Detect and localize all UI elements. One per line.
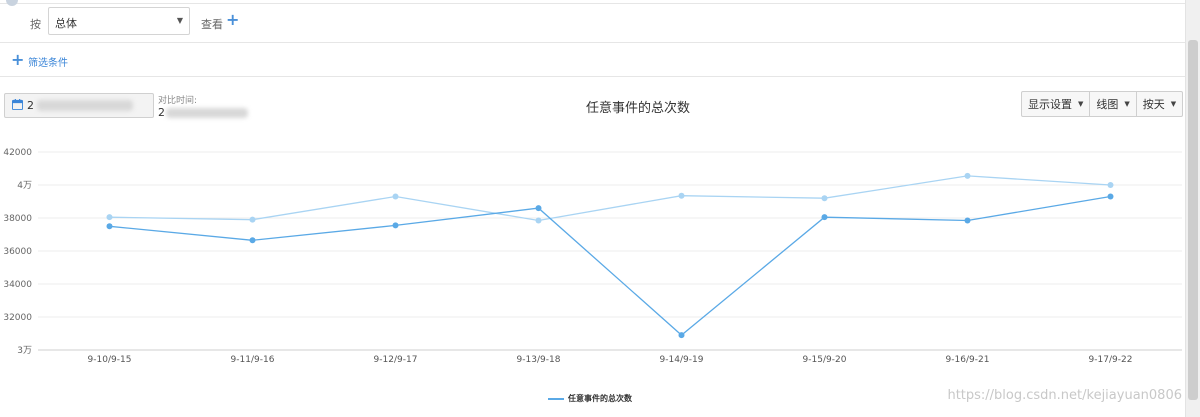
data-point-primary — [821, 214, 828, 221]
data-point-compare — [392, 193, 399, 200]
data-point-primary — [106, 223, 113, 230]
x-tick-label: 9-11/9-16 — [231, 355, 275, 365]
y-tick-label: 3万 — [17, 346, 32, 356]
watermark-text: https://blog.csdn.net/kejiayuan0806 — [947, 388, 1182, 403]
y-tick-label: 38000 — [3, 214, 32, 224]
chart-legend[interactable]: 任意事件的总次数 — [548, 393, 632, 404]
data-point-compare — [678, 192, 685, 199]
data-point-primary — [249, 237, 256, 244]
y-tick-label: 32000 — [3, 313, 32, 323]
line-chart: 3万 32000 34000 36000 38000 4万 42000 9-10/9-15 9-… — [3, 148, 1182, 365]
x-tick-label: 9-13/9-18 — [517, 355, 561, 365]
scrollbar-thumb[interactable] — [1188, 40, 1198, 400]
legend-label: 任意事件的总次数 — [568, 394, 632, 403]
x-tick-label: 9-17/9-22 — [1089, 355, 1133, 365]
series-line-compare — [109, 175, 1111, 222]
data-point-compare — [249, 216, 256, 223]
vertical-scrollbar[interactable] — [1185, 0, 1200, 417]
series-line-primary — [109, 195, 1111, 336]
y-tick-label: 4万 — [17, 181, 32, 191]
data-point-compare — [1107, 182, 1114, 188]
x-tick-label: 9-15/9-20 — [803, 355, 847, 365]
data-point-compare — [535, 217, 542, 224]
x-tick-label: 9-10/9-15 — [88, 355, 132, 365]
x-tick-label: 9-16/9-21 — [946, 355, 990, 365]
x-tick-label: 9-12/9-17 — [374, 355, 418, 365]
x-tick-label: 9-14/9-19 — [660, 355, 704, 365]
data-point-primary — [392, 222, 399, 229]
data-point-primary — [678, 332, 685, 339]
data-point-primary — [1107, 193, 1114, 200]
data-point-primary — [535, 205, 542, 212]
data-point-compare — [106, 214, 113, 221]
y-tick-label: 42000 — [3, 148, 32, 158]
data-point-compare — [821, 195, 828, 202]
y-tick-label: 34000 — [3, 280, 32, 290]
data-point-primary — [964, 217, 971, 224]
legend-swatch — [548, 397, 564, 400]
y-tick-label: 36000 — [3, 247, 32, 257]
data-point-compare — [964, 172, 971, 179]
